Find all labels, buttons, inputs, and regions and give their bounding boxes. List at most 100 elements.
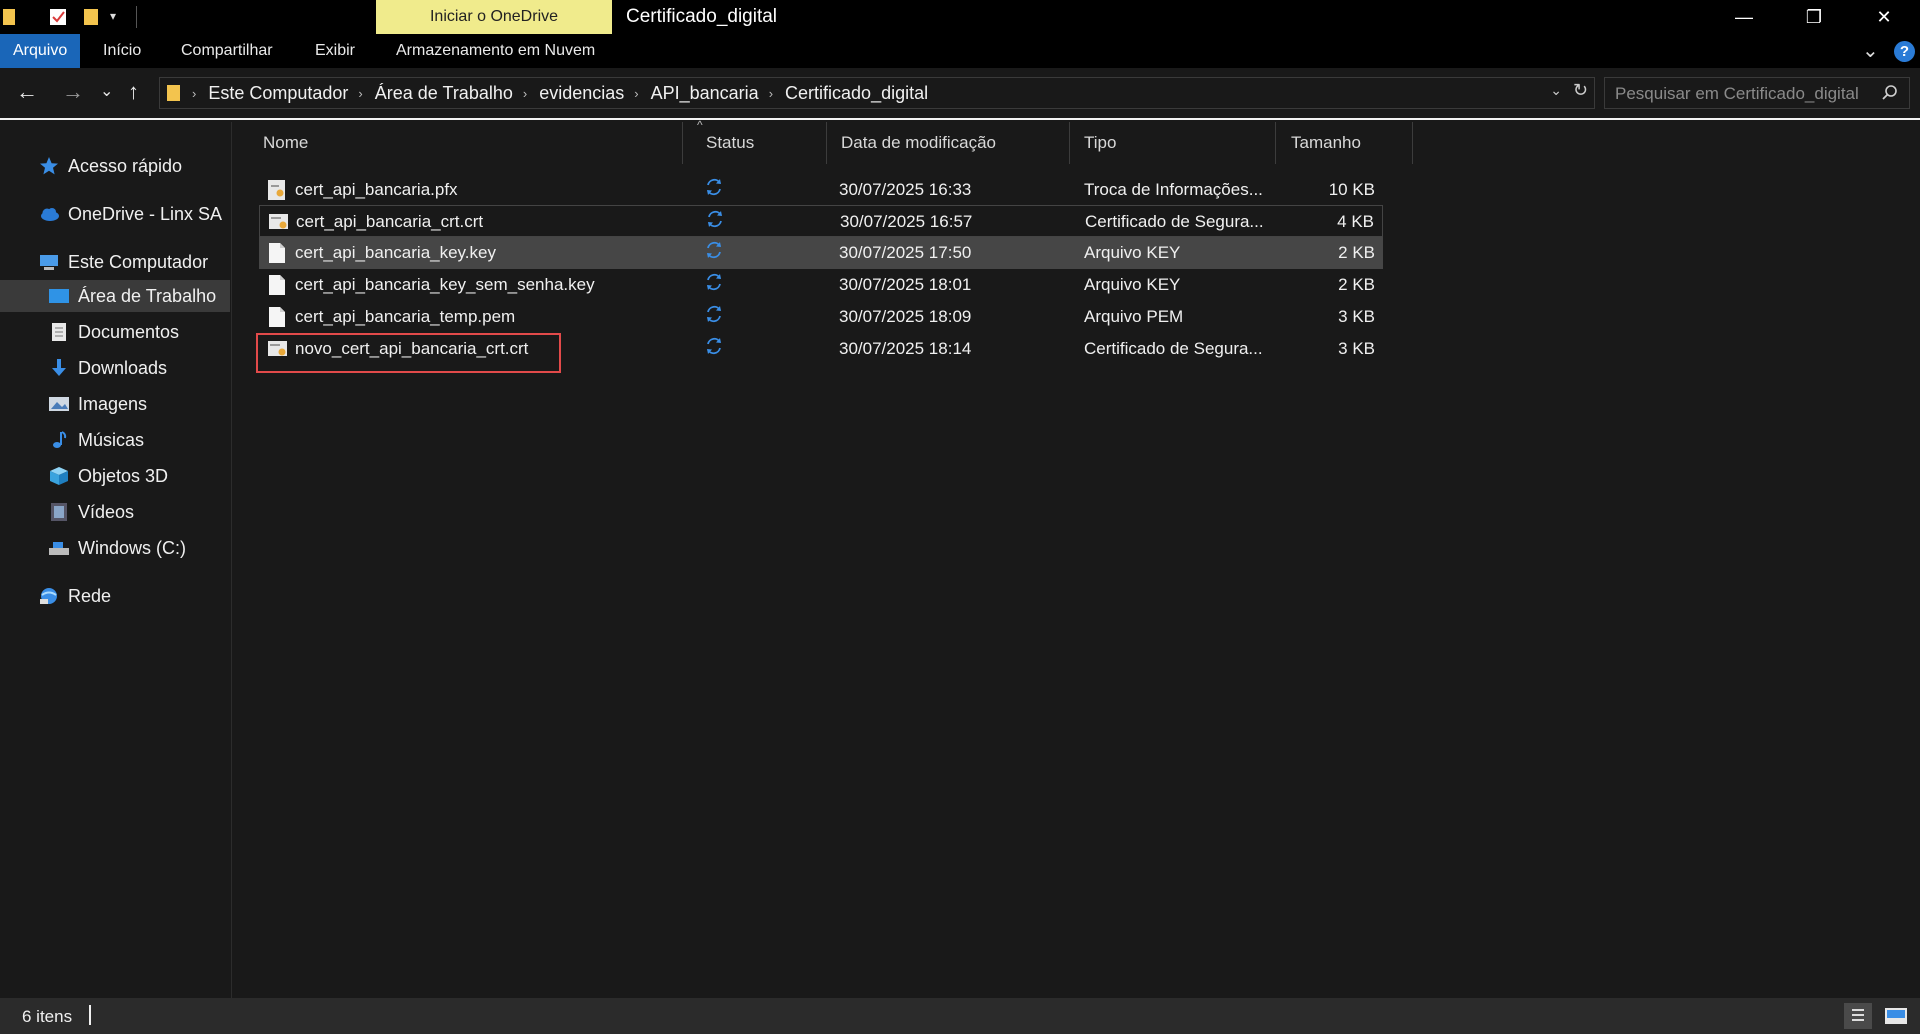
- breadcrumb-area-de-trabalho[interactable]: Área de Trabalho: [375, 83, 513, 104]
- close-button[interactable]: ✕: [1849, 0, 1919, 34]
- sidebar-item-acesso-rapido[interactable]: Acesso rápido: [0, 150, 230, 182]
- music-icon: [48, 430, 70, 450]
- file-type: Arquivo KEY: [1084, 243, 1181, 262]
- file-type: Arquivo PEM: [1084, 307, 1184, 326]
- tab-exibir[interactable]: Exibir: [302, 34, 368, 68]
- sidebar-item-objetos-3d[interactable]: Objetos 3D: [0, 460, 230, 492]
- item-count: 6 itens: [22, 1007, 73, 1026]
- navigation-bar: ← → ⌄ ↑ › Este Computador › Área de Trab…: [0, 68, 1920, 120]
- search-icon[interactable]: [1881, 84, 1899, 107]
- help-icon[interactable]: ?: [1894, 41, 1915, 62]
- breadcrumb-separator[interactable]: ›: [523, 86, 527, 101]
- sidebar-item-label: Imagens: [78, 393, 148, 414]
- documents-icon: [48, 322, 70, 342]
- file-type: Certificado de Segura...: [1084, 339, 1263, 358]
- refresh-icon[interactable]: ↻: [1573, 80, 1588, 101]
- address-bar[interactable]: › Este Computador › Área de Trabalho › e…: [159, 77, 1595, 109]
- address-history-dropdown-icon[interactable]: ⌄: [1550, 82, 1562, 99]
- table-row[interactable]: cert_api_bancaria_key_sem_senha.key 30/0…: [259, 269, 1383, 301]
- cube-icon: [48, 466, 70, 486]
- column-header-status[interactable]: Status: [698, 122, 827, 164]
- column-header-tipo[interactable]: Tipo: [1076, 122, 1276, 164]
- customize-toolbar-icon[interactable]: ▾: [110, 9, 116, 23]
- up-arrow-icon[interactable]: ↑: [128, 80, 139, 104]
- folder-icon: [166, 83, 182, 103]
- toolbar-divider: [136, 6, 137, 28]
- navigation-pane: Acesso rápido OneDrive - Linx SA Este Co…: [0, 122, 232, 998]
- tab-inicio[interactable]: Início: [90, 34, 154, 68]
- sidebar-item-label: Objetos 3D: [78, 465, 169, 486]
- back-arrow-icon[interactable]: ←: [16, 80, 38, 104]
- breadcrumb-separator[interactable]: ›: [358, 86, 362, 101]
- sync-status-icon: [704, 304, 724, 329]
- properties-icon[interactable]: [48, 7, 68, 32]
- table-row[interactable]: cert_api_bancaria_temp.pem 30/07/2025 18…: [259, 301, 1383, 333]
- sync-status-icon: [704, 240, 724, 265]
- expand-ribbon-icon[interactable]: ⌄: [1862, 38, 1879, 63]
- sidebar-item-imagens[interactable]: Imagens: [0, 388, 230, 420]
- column-header-tamanho[interactable]: Tamanho: [1283, 122, 1413, 164]
- sidebar-item-este-computador[interactable]: Este Computador: [0, 246, 230, 278]
- breadcrumb-api-bancaria[interactable]: API_bancaria: [651, 83, 759, 104]
- column-header-nome[interactable]: Nome: [255, 122, 683, 164]
- sidebar-item-videos[interactable]: Vídeos: [0, 496, 230, 528]
- status-bar: 6 itens: [0, 998, 1920, 1034]
- table-row[interactable]: cert_api_bancaria_crt.crt 30/07/2025 16:…: [259, 205, 1383, 237]
- tab-arquivo[interactable]: Arquivo: [0, 34, 81, 68]
- details-view-icon[interactable]: [1844, 1003, 1872, 1029]
- tab-compartilhar[interactable]: Compartilhar: [168, 34, 286, 68]
- sidebar-item-windows-c[interactable]: Windows (C:): [0, 532, 230, 564]
- breadcrumb-evidencias[interactable]: evidencias: [539, 83, 624, 104]
- sidebar-item-onedrive[interactable]: OneDrive - Linx SA: [0, 198, 230, 230]
- sync-status-icon: [704, 336, 724, 361]
- large-icons-view-icon[interactable]: [1882, 1003, 1910, 1029]
- sidebar-item-label: Rede: [68, 585, 112, 606]
- sync-status-icon: [705, 209, 725, 234]
- ribbon-tabs: Arquivo Início Compartilhar Exibir Armaz…: [0, 34, 1920, 68]
- file-size: 3 KB: [1338, 339, 1375, 358]
- drive-icon: [48, 538, 70, 558]
- onedrive-start-button[interactable]: Iniciar o OneDrive: [376, 0, 612, 34]
- breadcrumb-separator[interactable]: ›: [769, 86, 773, 101]
- sidebar-item-area-de-trabalho[interactable]: Área de Trabalho: [0, 280, 230, 312]
- window-title: Certificado_digital: [626, 6, 778, 27]
- file-type: Certificado de Segura...: [1085, 212, 1264, 231]
- computer-icon: [38, 252, 60, 272]
- desktop-icon: [48, 286, 70, 306]
- sidebar-item-documentos[interactable]: Documentos: [0, 316, 230, 348]
- file-modified: 30/07/2025 18:14: [839, 339, 972, 358]
- file-name: cert_api_bancaria_temp.pem: [295, 307, 516, 326]
- breadcrumb-separator[interactable]: ›: [634, 86, 638, 101]
- search-placeholder: Pesquisar em Certificado_digital: [1615, 84, 1859, 103]
- download-icon: [48, 358, 70, 378]
- sidebar-item-label: Windows (C:): [78, 537, 187, 558]
- certificate-file-icon: [268, 211, 288, 233]
- minimize-button[interactable]: —: [1709, 0, 1779, 34]
- sidebar-item-downloads[interactable]: Downloads: [0, 352, 230, 384]
- recent-locations-icon[interactable]: ⌄: [100, 80, 113, 104]
- file-modified: 30/07/2025 16:33: [839, 180, 972, 199]
- breadcrumb-certificado-digital[interactable]: Certificado_digital: [785, 83, 928, 104]
- sidebar-item-label: Downloads: [78, 357, 168, 378]
- sidebar-item-musicas[interactable]: Músicas: [0, 424, 230, 456]
- text-cursor: [89, 1005, 91, 1025]
- highlight-annotation-box: [256, 333, 561, 373]
- column-header-data-modificacao[interactable]: Data de modificação: [833, 122, 1070, 164]
- file-size: 3 KB: [1338, 307, 1375, 326]
- file-size: 2 KB: [1338, 243, 1375, 262]
- sidebar-item-label: Vídeos: [78, 501, 135, 522]
- sync-status-icon: [704, 177, 724, 202]
- sidebar-item-label: Área de Trabalho: [78, 285, 217, 306]
- table-row[interactable]: cert_api_bancaria.pfx 30/07/2025 16:33 T…: [259, 174, 1383, 206]
- breadcrumb-este-computador[interactable]: Este Computador: [208, 83, 348, 104]
- folder-icon: [2, 7, 18, 32]
- search-input[interactable]: Pesquisar em Certificado_digital: [1604, 77, 1910, 109]
- table-row[interactable]: cert_api_bancaria_key.key 30/07/2025 17:…: [259, 237, 1383, 269]
- tab-armazenamento-nuvem[interactable]: Armazenamento em Nuvem: [383, 34, 608, 68]
- restore-button[interactable]: ❐: [1779, 0, 1849, 34]
- sidebar-item-label: Músicas: [78, 429, 145, 450]
- forward-arrow-icon[interactable]: →: [62, 80, 84, 104]
- sidebar-item-label: Acesso rápido: [68, 155, 183, 176]
- new-folder-icon[interactable]: [82, 7, 100, 32]
- sidebar-item-rede[interactable]: Rede: [0, 580, 230, 612]
